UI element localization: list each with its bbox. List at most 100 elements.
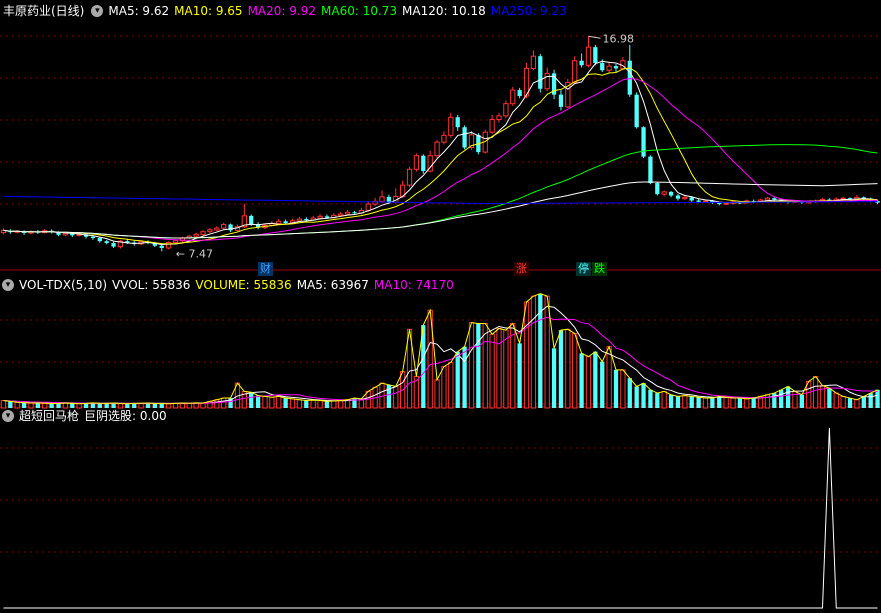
stock-chart-canvas[interactable]: 16.98 ← 7.47 <box>0 0 881 613</box>
low-price-label: ← 7.47 <box>176 247 213 260</box>
high-price-label: 16.98 <box>602 32 634 45</box>
candle-body <box>283 221 288 224</box>
volume-bar <box>868 393 873 408</box>
candle-body <box>606 65 612 71</box>
volume-bar <box>117 403 124 409</box>
volume-bar <box>648 389 653 408</box>
candle-body <box>579 60 584 66</box>
volume-bar <box>289 398 296 409</box>
candle-body <box>317 215 323 219</box>
volume-bar <box>600 361 605 408</box>
volume-bar <box>606 346 612 409</box>
candle-body <box>717 202 722 205</box>
candle-body <box>764 197 771 201</box>
volume-bar <box>668 394 674 408</box>
candle-body <box>421 155 426 172</box>
volume-bar <box>28 402 34 409</box>
candle-body <box>276 220 282 225</box>
signal-line <box>3 427 878 609</box>
candle-body <box>352 212 357 214</box>
candle-body <box>641 127 646 157</box>
candle-body <box>600 62 605 71</box>
candle-body <box>530 55 537 69</box>
volume-bar <box>296 399 303 409</box>
candle-body <box>304 219 309 221</box>
volume-bar <box>455 351 460 408</box>
volume-bar <box>21 402 27 408</box>
volume-bar <box>482 322 488 409</box>
candle-body <box>207 229 213 233</box>
candle-body <box>627 60 632 95</box>
volume-bars <box>0 293 880 409</box>
candle-body <box>503 103 509 117</box>
candle-body <box>338 213 344 216</box>
volume-bar <box>462 346 467 408</box>
candle-body <box>386 196 392 203</box>
candle-body <box>413 155 420 170</box>
volume-bar <box>338 400 344 409</box>
candle-body <box>510 89 516 105</box>
volume-bar <box>97 403 102 408</box>
candle-body <box>572 60 578 83</box>
volume-bar <box>76 403 82 409</box>
signal-series <box>3 427 878 609</box>
candle-body <box>324 216 330 218</box>
volume-bar <box>125 403 130 408</box>
candle-body <box>682 196 688 200</box>
volume-bar <box>779 389 784 408</box>
volume-bar <box>331 400 337 409</box>
volume-bar <box>613 369 619 408</box>
event-marker[interactable]: 停 <box>576 262 591 276</box>
high-pointer <box>588 35 601 39</box>
volume-bar <box>702 397 709 409</box>
volume-bar <box>70 403 75 408</box>
candle-body <box>365 203 371 211</box>
candle-body <box>648 156 653 184</box>
volume-bar <box>620 369 626 409</box>
candle-body <box>455 117 460 128</box>
volume-bar <box>530 295 537 409</box>
volume-line <box>3 293 878 405</box>
candle-body <box>104 241 109 244</box>
volume-bar <box>517 343 522 408</box>
volume-bar <box>627 378 632 408</box>
volume-bar <box>723 396 729 409</box>
candle-body <box>344 211 351 215</box>
volume-bar <box>710 398 715 408</box>
candle-body <box>90 236 96 239</box>
event-marker[interactable]: 涨 <box>514 262 529 276</box>
candle-body <box>441 134 447 143</box>
candle-body <box>655 183 660 195</box>
candle-body <box>689 197 694 201</box>
candle-body <box>193 233 199 237</box>
volume-bar <box>14 401 20 409</box>
volume-bar <box>255 395 261 408</box>
volume-bar <box>744 398 750 409</box>
volume-bar <box>503 329 509 409</box>
volume-bar <box>861 396 866 408</box>
volume-bar <box>324 401 330 408</box>
volume-bar <box>737 398 743 408</box>
volume-bar <box>0 400 7 409</box>
volume-bar <box>62 402 69 409</box>
volume-bar <box>200 402 206 409</box>
volume-bar <box>165 403 172 409</box>
volume-bar <box>132 403 137 408</box>
event-marker[interactable]: 财 <box>258 262 273 276</box>
volume-bar <box>262 395 268 409</box>
volume-bar <box>35 402 40 408</box>
volume-bar <box>751 398 756 408</box>
volume-bar <box>496 327 502 409</box>
volume-bar <box>138 402 144 409</box>
volume-bar <box>317 400 323 409</box>
candle-body <box>496 115 502 121</box>
volume-bar <box>49 403 54 408</box>
event-marker[interactable]: 跌 <box>592 262 607 276</box>
ma20-line <box>3 78 878 241</box>
volume-bar <box>799 394 804 408</box>
candle-body <box>772 198 777 200</box>
candle-body <box>296 218 303 222</box>
candle-body <box>668 191 674 196</box>
volume-bar <box>304 400 309 408</box>
volume-bar <box>689 396 694 408</box>
